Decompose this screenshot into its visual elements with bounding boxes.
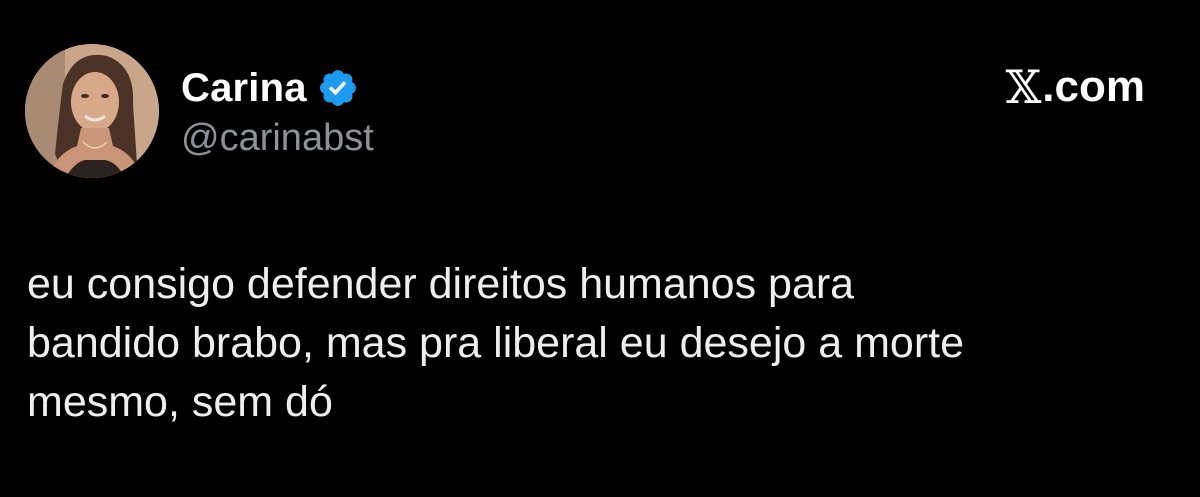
x-logo-icon: 𝕏 (1005, 60, 1042, 114)
tweet-card: Carina @carinabst 𝕏 .com eu consigo defe… (0, 0, 1200, 497)
tweet-text-line: eu consigo defender direitos humanos par… (27, 260, 855, 308)
display-name[interactable]: Carina (181, 68, 307, 108)
tweet-text-line: bandido brabo, mas pra liberal eu desejo… (27, 319, 965, 367)
avatar-photo (25, 44, 159, 178)
brand-logo: 𝕏 .com (1006, 64, 1145, 110)
brand-suffix: .com (1042, 62, 1145, 111)
author-name-row: Carina (181, 62, 359, 114)
author-handle[interactable]: @carinabst (181, 119, 374, 157)
tweet-text: eu consigo defender direitos humanos par… (27, 255, 1127, 432)
avatar[interactable] (25, 44, 159, 178)
verified-badge-icon (317, 67, 359, 109)
tweet-text-line: mesmo, sem dó (27, 378, 333, 426)
